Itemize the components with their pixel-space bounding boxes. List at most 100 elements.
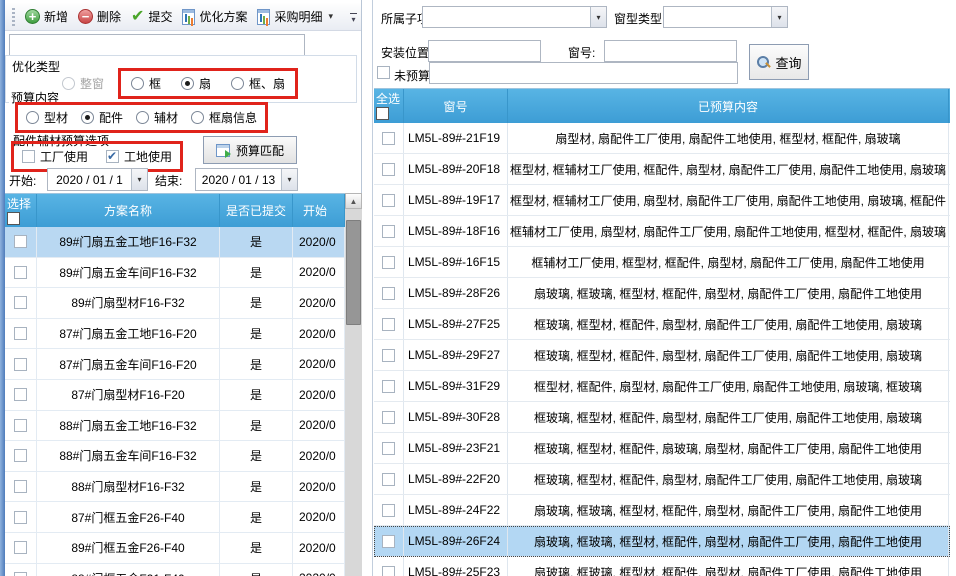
row-checkbox[interactable] bbox=[14, 419, 27, 432]
row-checkbox[interactable] bbox=[14, 266, 27, 279]
window-no-input[interactable] bbox=[604, 40, 737, 62]
budget-table-row[interactable]: LM5L-89#-24F22扇玻璃, 框玻璃, 框型材, 框配件, 扇型材, 扇… bbox=[374, 495, 950, 526]
plan-table-scrollbar[interactable]: ▲ bbox=[345, 193, 362, 576]
toolbar-button-1[interactable]: +新增 bbox=[20, 5, 73, 28]
radio-option[interactable]: 框 bbox=[131, 75, 161, 92]
chevron-down-icon[interactable]: ▾ bbox=[131, 169, 147, 190]
budget-table-row[interactable]: LM5L-89#-28F26扇玻璃, 框玻璃, 框型材, 框配件, 扇型材, 扇… bbox=[374, 278, 950, 309]
budgeted-content-header[interactable]: 已预算内容 bbox=[508, 89, 949, 123]
radio-option[interactable]: 型材 bbox=[26, 109, 68, 126]
plan-table-row[interactable]: 87#门扇五金工地F16-F20是2020/0 bbox=[5, 319, 345, 350]
plan-table-row[interactable]: 89#门框五金F26-F40是2020/0 bbox=[5, 533, 345, 564]
plan-table-row[interactable]: 87#门框五金F26-F40是2020/0 bbox=[5, 502, 345, 533]
plan-table-row[interactable]: 88#门扇五金工地F16-F32是2020/0 bbox=[5, 411, 345, 442]
budget-table-row[interactable]: LM5L-89#-26F24扇玻璃, 框玻璃, 框型材, 框配件, 扇型材, 扇… bbox=[374, 526, 950, 557]
plan-table-row[interactable]: 88#门扇五金车间F16-F32是2020/0 bbox=[5, 441, 345, 472]
radio-option[interactable]: 框、扇 bbox=[231, 75, 285, 92]
row-checkbox[interactable] bbox=[14, 541, 27, 554]
row-checkbox[interactable] bbox=[14, 480, 27, 493]
row-checkbox[interactable] bbox=[14, 511, 27, 524]
budget-table-row[interactable]: LM5L-89#-19F17框型材, 框辅材工厂使用, 扇型材, 扇配件工厂使用… bbox=[374, 185, 950, 216]
install-position-input[interactable] bbox=[428, 40, 541, 62]
row-checkbox[interactable] bbox=[382, 225, 395, 238]
sub-item-dropdown[interactable]: ▾ bbox=[422, 6, 607, 28]
radio-option[interactable]: 整窗 bbox=[62, 75, 104, 92]
row-checkbox[interactable] bbox=[382, 163, 395, 176]
toolbar-button-4[interactable]: 优化方案 bbox=[177, 5, 252, 28]
row-checkbox[interactable] bbox=[382, 535, 395, 548]
plan-table-row[interactable]: 88#门框五金F21-F40是2020/0 bbox=[5, 564, 345, 576]
radio-option[interactable]: 辅材 bbox=[136, 109, 178, 126]
query-button[interactable]: 查询 bbox=[749, 44, 809, 80]
submitted-header[interactable]: 是否已提交 bbox=[220, 194, 293, 227]
row-checkbox[interactable] bbox=[382, 256, 395, 269]
budget-table-row[interactable]: LM5L-89#-27F25框玻璃, 框型材, 框配件, 扇型材, 扇配件工厂使… bbox=[374, 309, 950, 340]
toolbar-overflow-button[interactable]: ▾ bbox=[347, 8, 360, 28]
plan-filter-input[interactable] bbox=[9, 34, 305, 56]
toolbar-button-3[interactable]: ✔提交 bbox=[126, 5, 177, 28]
chevron-down-icon[interactable]: ▾ bbox=[771, 7, 787, 27]
budget-table-row[interactable]: LM5L-89#-25F23扇玻璃, 框玻璃, 框型材, 框配件, 扇型材, 扇… bbox=[374, 557, 950, 576]
budget-table-row[interactable]: LM5L-89#-21F19扇型材, 扇配件工厂使用, 扇配件工地使用, 框型材… bbox=[374, 123, 950, 154]
plan-table-row[interactable]: 89#门扇五金工地F16-F32是2020/0 bbox=[5, 227, 345, 258]
row-checkbox[interactable] bbox=[382, 349, 395, 362]
start-header[interactable]: 开始 bbox=[293, 194, 345, 227]
row-checkbox[interactable] bbox=[382, 566, 395, 576]
budget-table-row[interactable]: LM5L-89#-23F21框玻璃, 框型材, 框配件, 扇玻璃, 扇型材, 扇… bbox=[374, 433, 950, 464]
row-select-cell bbox=[5, 441, 37, 471]
row-checkbox[interactable] bbox=[382, 194, 395, 207]
row-checkbox[interactable] bbox=[382, 287, 395, 300]
budget-table-row[interactable]: LM5L-89#-31F29框型材, 框配件, 扇型材, 扇配件工厂使用, 扇配… bbox=[374, 371, 950, 402]
plan-table-row[interactable]: 87#门扇五金车间F16-F20是2020/0 bbox=[5, 349, 345, 380]
submitted-cell: 是 bbox=[220, 502, 293, 532]
row-checkbox[interactable] bbox=[14, 296, 27, 309]
select-all-checkbox[interactable] bbox=[376, 107, 389, 120]
checkbox-option[interactable]: 工地使用 bbox=[106, 148, 172, 165]
row-checkbox[interactable] bbox=[382, 473, 395, 486]
unbudgeted-checkbox[interactable] bbox=[377, 66, 390, 79]
row-checkbox[interactable] bbox=[382, 318, 395, 331]
budget-table-row[interactable]: LM5L-89#-30F28框玻璃, 框型材, 框配件, 扇型材, 扇配件工厂使… bbox=[374, 402, 950, 433]
row-checkbox[interactable] bbox=[14, 449, 27, 462]
radio-option[interactable]: 配件 bbox=[81, 109, 123, 126]
chevron-down-icon[interactable]: ▾ bbox=[590, 7, 606, 27]
row-checkbox[interactable] bbox=[382, 380, 395, 393]
budget-table-row[interactable]: LM5L-89#-16F15框辅材工厂使用, 框型材, 框配件, 扇型材, 扇配… bbox=[374, 247, 950, 278]
row-checkbox[interactable] bbox=[14, 572, 27, 576]
plan-table-row[interactable]: 88#门扇型材F16-F32是2020/0 bbox=[5, 472, 345, 503]
plan-name-header[interactable]: 方案名称 bbox=[37, 194, 220, 227]
plan-table-row[interactable]: 89#门扇五金车间F16-F32是2020/0 bbox=[5, 258, 345, 289]
toolbar-grip-handle[interactable] bbox=[12, 8, 15, 26]
plan-table-row[interactable]: 89#门扇型材F16-F32是2020/0 bbox=[5, 288, 345, 319]
row-checkbox[interactable] bbox=[14, 327, 27, 340]
budget-match-button[interactable]: 预算匹配 bbox=[203, 136, 297, 164]
toolbar-button-5[interactable]: 采购明细▾ bbox=[252, 5, 338, 28]
scroll-thumb[interactable] bbox=[346, 220, 361, 325]
budget-table-row[interactable]: LM5L-89#-22F20框玻璃, 框型材, 框配件, 扇型材, 扇配件工厂使… bbox=[374, 464, 950, 495]
row-checkbox[interactable] bbox=[14, 358, 27, 371]
chevron-down-icon[interactable]: ▾ bbox=[281, 169, 297, 190]
row-checkbox[interactable] bbox=[382, 132, 395, 145]
row-checkbox[interactable] bbox=[14, 388, 27, 401]
unbudgeted-input[interactable] bbox=[429, 62, 738, 84]
radio-option[interactable]: 框扇信息 bbox=[191, 109, 257, 126]
chevron-down-icon[interactable]: ▾ bbox=[328, 11, 333, 22]
select-all-checkbox[interactable] bbox=[7, 212, 20, 225]
end-date-picker[interactable]: 2020 / 01 / 13 ▾ bbox=[195, 168, 298, 191]
plan-table-row[interactable]: 87#门扇型材F16-F20是2020/0 bbox=[5, 380, 345, 411]
row-checkbox[interactable] bbox=[382, 411, 395, 424]
row-checkbox[interactable] bbox=[382, 504, 395, 517]
scroll-up-arrow[interactable]: ▲ bbox=[345, 193, 362, 209]
start-date-picker[interactable]: 2020 / 01 / 1 ▾ bbox=[47, 168, 148, 191]
row-select-cell bbox=[374, 185, 404, 215]
budget-table-row[interactable]: LM5L-89#-20F18框型材, 框辅材工厂使用, 框配件, 扇型材, 扇配… bbox=[374, 154, 950, 185]
budget-table-row[interactable]: LM5L-89#-18F16框辅材工厂使用, 扇型材, 扇配件工厂使用, 扇配件… bbox=[374, 216, 950, 247]
window-type-dropdown[interactable]: ▾ bbox=[663, 6, 788, 28]
checkbox-option[interactable]: 工厂使用 bbox=[22, 148, 88, 165]
row-checkbox[interactable] bbox=[14, 235, 27, 248]
radio-option[interactable]: 扇 bbox=[181, 75, 211, 92]
budget-table-row[interactable]: LM5L-89#-29F27框玻璃, 框型材, 框配件, 扇型材, 扇配件工厂使… bbox=[374, 340, 950, 371]
window-no-header[interactable]: 窗号 bbox=[404, 89, 508, 123]
toolbar-button-2[interactable]: −删除 bbox=[73, 5, 126, 28]
row-checkbox[interactable] bbox=[382, 442, 395, 455]
